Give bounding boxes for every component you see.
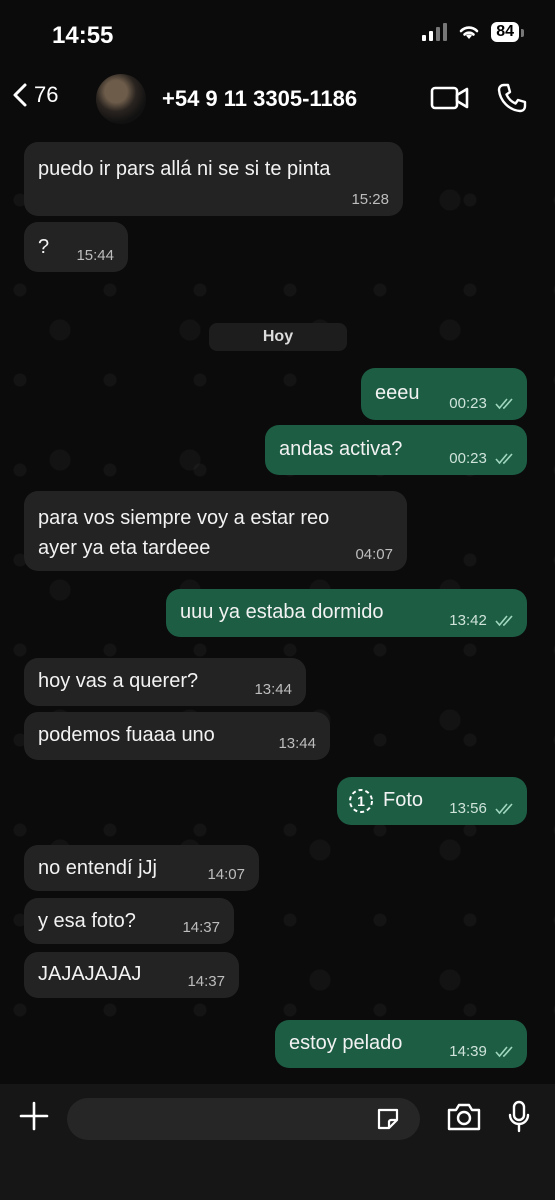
message-bubble-incoming[interactable]: ? 15:44 — [24, 222, 128, 272]
message-bubble-outgoing[interactable]: estoy pelado 14:39 — [275, 1020, 527, 1068]
view-once-icon: 1 — [347, 787, 375, 821]
day-separator: Hoy — [209, 323, 347, 351]
microphone-icon[interactable] — [507, 1100, 531, 1134]
camera-icon[interactable] — [446, 1102, 482, 1132]
message-bubble-outgoing-photo[interactable]: 1 Foto 13:56 — [337, 777, 527, 825]
message-text: hoy vas a querer? — [38, 670, 199, 692]
message-text: eeeu — [375, 382, 420, 404]
video-call-icon[interactable] — [430, 84, 470, 112]
message-bubble-incoming[interactable]: hoy vas a querer? 13:44 — [24, 658, 306, 706]
message-bubble-incoming[interactable]: puedo ir pars allá ni se si te pinta 15:… — [24, 142, 403, 216]
message-text: Foto — [383, 789, 424, 811]
message-meta: 13:42 — [449, 612, 515, 629]
read-ticks-icon — [495, 803, 513, 815]
message-bubble-incoming[interactable]: JAJAJAJAJ 14:37 — [24, 952, 239, 998]
view-once-count: 1 — [357, 793, 365, 809]
read-ticks-icon — [495, 398, 513, 410]
avatar[interactable] — [96, 74, 146, 124]
chevron-left-icon — [13, 83, 27, 107]
message-text: andas activa? — [279, 438, 403, 460]
message-text: uuu ya estaba dormido — [180, 601, 384, 623]
message-time: 15:44 — [76, 247, 114, 264]
message-time: 14:07 — [207, 866, 245, 883]
message-bubble-incoming[interactable]: y esa foto? 14:37 — [24, 898, 234, 944]
message-bubble-incoming[interactable]: no entendí jJj 14:07 — [24, 845, 259, 891]
message-text: puedo ir pars allá ni se si te pinta — [38, 158, 331, 180]
unread-count: 76 — [34, 82, 59, 107]
message-time: 00:23 — [449, 395, 487, 412]
message-text: para vos siempre voy a estar reo — [38, 507, 330, 529]
chat-header: 76 +54 9 11 3305-1186 — [0, 70, 555, 128]
message-time: 13:42 — [449, 612, 487, 629]
message-text: no entendí jJj — [38, 857, 157, 879]
message-time: 13:44 — [254, 681, 292, 698]
read-ticks-icon — [495, 1046, 513, 1058]
battery-indicator: 84 — [491, 22, 524, 42]
message-time: 14:37 — [182, 919, 220, 936]
message-bubble-incoming[interactable]: podemos fuaaa uno 13:44 — [24, 712, 330, 760]
message-text: ? — [38, 236, 50, 258]
message-text: podemos fuaaa uno — [38, 724, 215, 746]
message-time: 15:28 — [351, 191, 389, 208]
status-time: 14:55 — [52, 22, 114, 49]
message-time: 13:44 — [278, 735, 316, 752]
message-meta: 00:23 — [449, 450, 515, 467]
message-time: 04:07 — [355, 546, 393, 563]
message-meta: 13:56 — [449, 800, 515, 817]
message-bubble-incoming[interactable]: para vos siempre voy a estar reo ayer ya… — [24, 491, 407, 571]
message-meta: 14:39 — [449, 1043, 515, 1060]
wifi-icon — [459, 26, 479, 39]
message-bubble-outgoing[interactable]: uuu ya estaba dormido 13:42 — [166, 589, 527, 637]
back-button[interactable]: 76 — [12, 82, 58, 108]
status-bar: 14:55 84 — [0, 0, 555, 70]
message-meta: 00:23 — [449, 395, 515, 412]
message-bubble-outgoing[interactable]: eeeu 00:23 — [361, 368, 527, 420]
message-input[interactable] — [67, 1098, 420, 1140]
message-text-line-2: ayer ya eta tardeee — [38, 537, 211, 559]
sticker-icon[interactable] — [375, 1106, 401, 1132]
cellular-signal-icon — [422, 23, 448, 41]
message-text: estoy pelado — [289, 1032, 403, 1054]
message-bubble-outgoing[interactable]: andas activa? 00:23 — [265, 425, 527, 475]
plus-icon[interactable] — [18, 1100, 50, 1132]
message-text: JAJAJAJAJ — [38, 963, 142, 985]
status-icons: 84 — [422, 22, 524, 42]
phone-call-icon[interactable] — [496, 82, 528, 114]
message-text: y esa foto? — [38, 910, 136, 932]
message-time: 00:23 — [449, 450, 487, 467]
message-time: 14:37 — [187, 973, 225, 990]
read-ticks-icon — [495, 453, 513, 465]
message-time: 13:56 — [449, 800, 487, 817]
composer-bar — [0, 1084, 555, 1200]
contact-name[interactable]: +54 9 11 3305-1186 — [162, 86, 357, 112]
read-ticks-icon — [495, 615, 513, 627]
message-time: 14:39 — [449, 1043, 487, 1060]
